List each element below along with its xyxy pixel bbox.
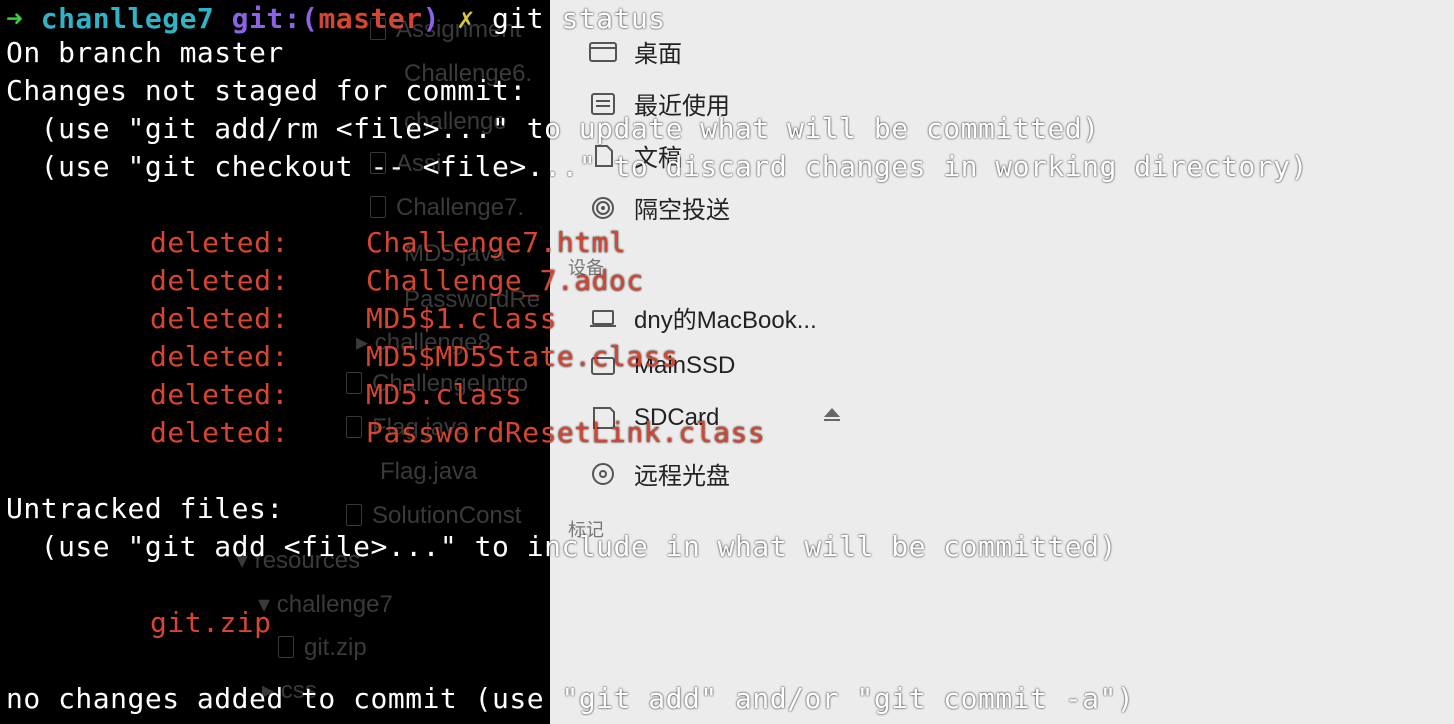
prompt-arrow-icon: ➜ [6,2,24,35]
deleted-file-name: Challenge_7.adoc [366,264,644,297]
deleted-label: deleted: [150,416,289,449]
deleted-label: deleted: [150,340,289,373]
deleted-file-name: MD5.class [366,378,523,411]
deleted-file-row: deleted: [150,262,289,300]
deleted-file-name: MD5$1.class [366,302,557,335]
changes-hint-update: (use "git add/rm <file>..." to update wh… [6,112,1100,145]
deleted-label: deleted: [150,302,289,335]
deleted-file-row: deleted: [150,224,289,262]
prompt-dirty-icon: ✗ [457,2,475,35]
prompt-branch: master [318,2,423,35]
deleted-file-row: deleted: [150,414,289,452]
deleted-file-row: deleted: [150,338,289,376]
on-branch-line: On branch master [6,36,284,69]
deleted-label: deleted: [150,264,289,297]
deleted-label: deleted: [150,226,289,259]
changes-header: Changes not staged for commit: [6,74,527,107]
untracked-header: Untracked files: [6,492,284,525]
footer-message: no changes added to commit (use "git add… [6,682,1135,715]
prompt-git-suffix: ) [422,2,440,35]
prompt-directory: chanllege7 [40,2,215,35]
prompt-line: ➜ chanllege7 git:(master) ✗ git status [6,0,666,38]
deleted-file-row: deleted: [150,300,289,338]
deleted-file-row: deleted: [150,376,289,414]
deleted-label: deleted: [150,378,289,411]
deleted-file-name: PasswordResetLink.class [366,416,766,449]
terminal-output[interactable]: ➜ chanllege7 git:(master) ✗ git status O… [0,0,1454,724]
changes-hint-discard: (use "git checkout -- <file>..." to disc… [6,150,1308,183]
deleted-file-name: MD5$MD5State.class [366,340,679,373]
prompt-git-prefix: git:( [231,2,319,35]
prompt-command: git status [492,2,666,35]
untracked-hint: (use "git add <file>..." to include in w… [6,530,1117,563]
deleted-file-name: Challenge7.html [366,226,627,259]
untracked-file-name: git.zip [150,606,272,639]
